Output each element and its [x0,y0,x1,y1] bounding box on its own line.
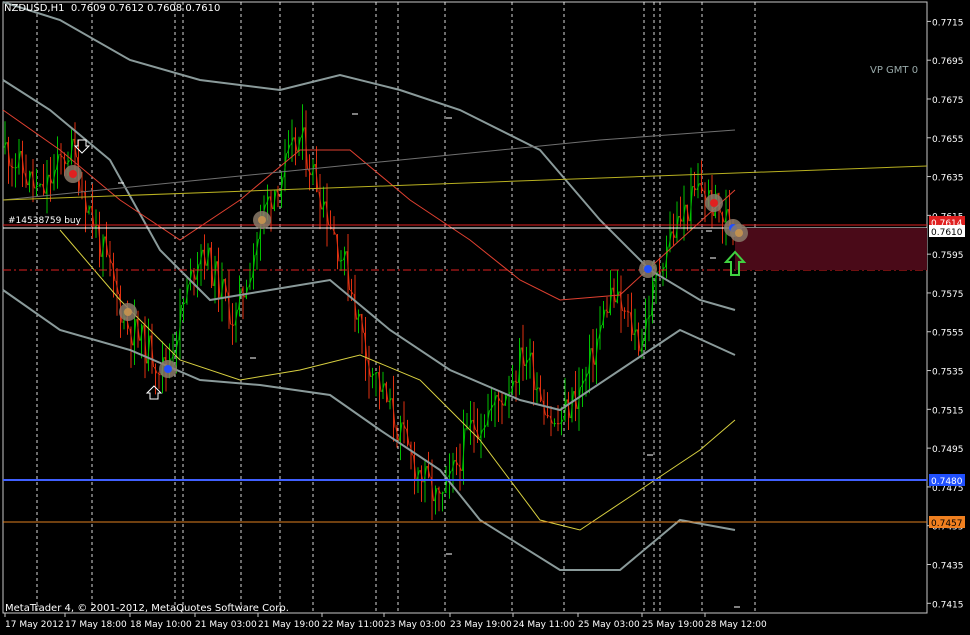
price-tick-label: 0.7535 [932,368,964,378]
price-tick-label: 0.7495 [932,445,964,455]
candle-body [157,372,161,376]
price-tick-label: 0.7655 [932,135,964,145]
time-label: 25 May 03:00 [578,620,640,630]
blue-price-tag: 0.7480 [931,477,963,487]
candle-body [231,323,235,326]
signal-marker-core [69,170,77,178]
candle-body [94,224,98,228]
mt4-chart-window[interactable]: 0.77150.76950.76750.76550.76350.76150.75… [0,0,970,635]
candle-body [626,310,630,313]
signal-marker-core [735,229,743,237]
candle-body [339,259,343,262]
candle-body [10,165,14,169]
symbol-header: NZDUSD,H1 0.7609 0.7612 0.7608 0.7610 [4,3,220,14]
time-label: 17 May 2012 [5,620,64,630]
price-tick-label: 0.7555 [932,329,964,339]
price-tick-label: 0.7575 [932,290,964,300]
price-tick-label: 0.7515 [932,406,964,416]
candle-body [546,414,550,417]
price-tick-label: 0.7435 [932,562,964,572]
trendline [2,165,928,201]
price-tick-label: 0.7595 [932,251,964,261]
indicator-label: VP GMT 0 [870,65,919,76]
ohlc-values: 0.7609 0.7612 0.7608 0.7610 [70,3,221,14]
time-label: 24 May 11:00 [513,620,575,630]
price-tick-label: 0.7715 [932,18,964,28]
signal-marker-core [644,265,652,273]
signal-marker-core [710,199,718,207]
chart-frame [2,1,928,614]
price-tick-label: 0.7635 [932,174,964,184]
candle-body [441,492,445,495]
time-label: 21 May 19:00 [258,620,320,630]
copyright-text: MetaTrader 4, © 2001-2012, MetaQuotes So… [5,603,289,614]
signal-marker-core [124,308,132,316]
order-label[interactable]: #14538759 buy [8,216,81,226]
signal-marker-core [258,216,266,224]
band-lower [2,289,736,571]
time-label: 21 May 03:00 [195,620,257,630]
candle-body [38,183,42,187]
signal-marker-core [164,365,172,373]
time-label: 25 May 19:00 [642,620,704,630]
current-price-tag: 0.7610 [931,228,963,238]
time-label: 23 May 03:00 [384,620,446,630]
time-label: 23 May 19:00 [450,620,512,630]
time-label: 28 May 12:00 [705,620,767,630]
time-label: 18 May 10:00 [130,620,192,630]
candle-body [514,380,518,384]
price-tick-label: 0.7675 [932,96,964,106]
symbol-name: NZDUSD,H1 [4,3,65,14]
price-tick-label: 0.7695 [932,57,964,67]
price-chart[interactable]: 0.77150.76950.76750.76550.76350.76150.75… [0,0,970,635]
price-tick-label: 0.7415 [932,600,964,610]
demand-zone [735,228,927,270]
time-label: 17 May 18:00 [65,620,127,630]
orange-price-tag: 0.7457 [931,519,963,529]
time-label: 22 May 11:00 [322,620,384,630]
